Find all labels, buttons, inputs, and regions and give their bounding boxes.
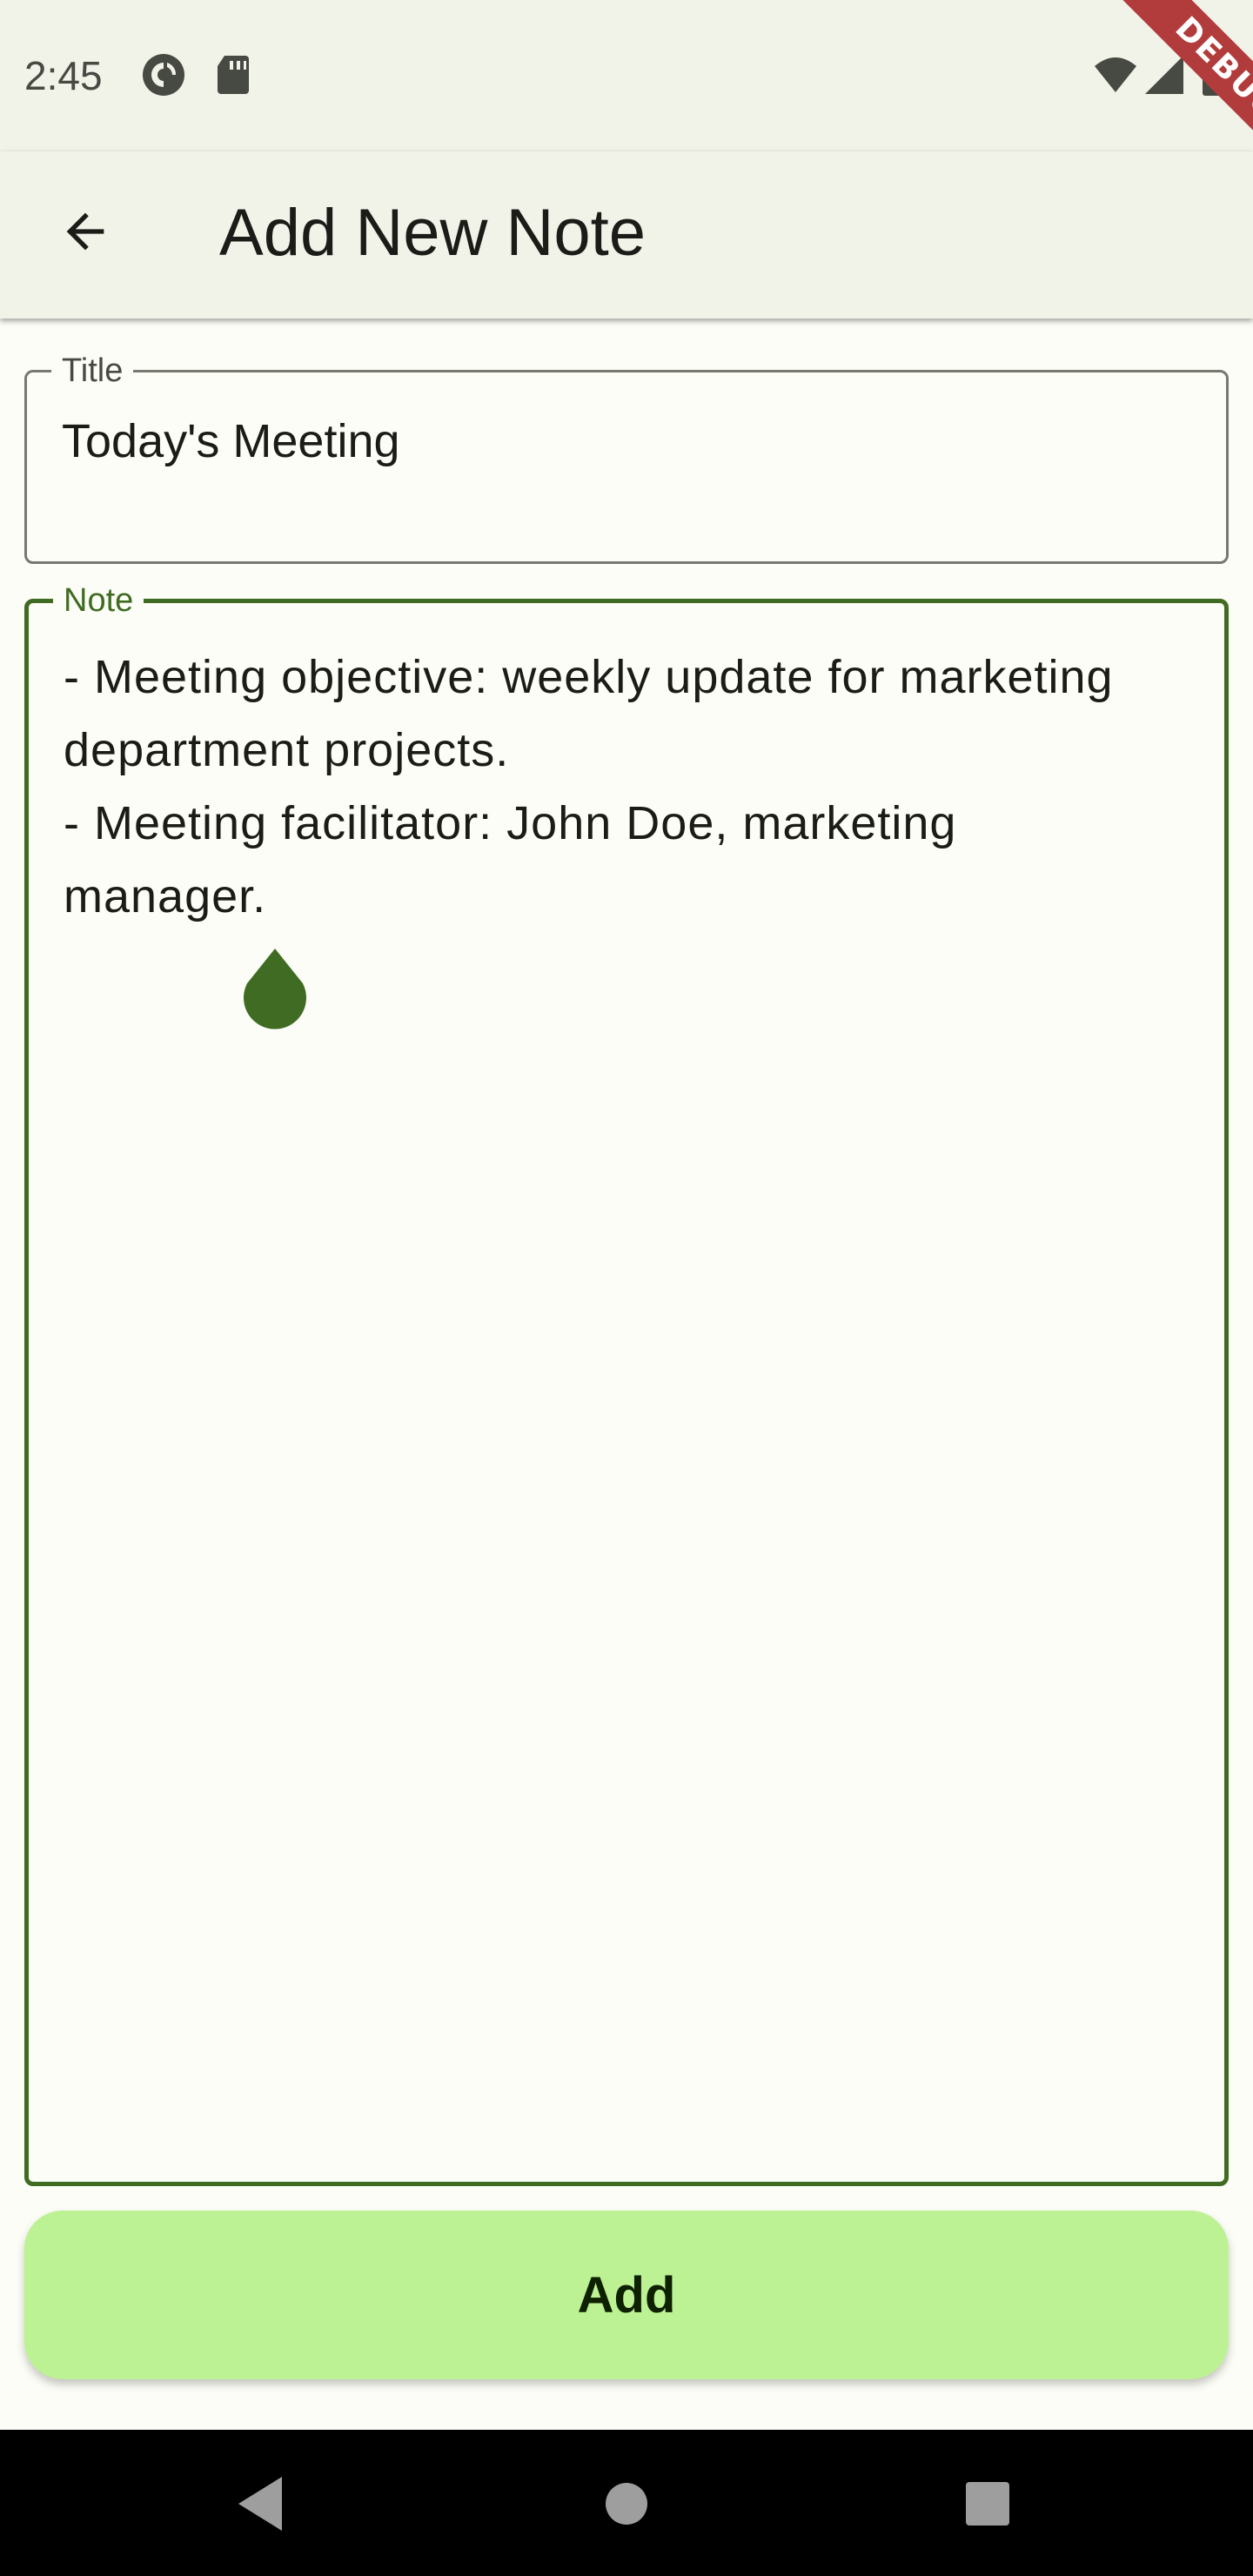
page-title: Add New Note: [219, 196, 647, 270]
note-textarea[interactable]: - Meeting objective: weekly update for m…: [64, 641, 1189, 933]
back-triangle-icon[interactable]: [223, 2465, 301, 2543]
title-field[interactable]: Title Today's Meeting: [24, 352, 1229, 564]
system-nav-bar: [0, 2430, 1253, 2576]
title-input[interactable]: Today's Meeting: [62, 411, 1191, 472]
note-field[interactable]: Note - Meeting objective: weekly update …: [24, 581, 1229, 2186]
pocket-casts-icon: [143, 54, 184, 96]
note-field-label: Note: [64, 582, 134, 619]
home-circle-icon[interactable]: [587, 2465, 666, 2543]
sd-card-icon: [218, 56, 249, 94]
debug-ribbon-label: DEBUG: [1111, 0, 1253, 185]
title-field-label: Title: [62, 352, 124, 389]
add-button[interactable]: Add: [24, 2210, 1229, 2379]
debug-banner: DEBUG: [1062, 0, 1253, 191]
arrow-back-icon: [66, 212, 104, 251]
status-time: 2:45: [24, 53, 103, 98]
back-button[interactable]: [42, 188, 129, 275]
recents-square-icon[interactable]: [948, 2465, 1027, 2543]
text-cursor-handle[interactable]: [240, 949, 310, 1032]
